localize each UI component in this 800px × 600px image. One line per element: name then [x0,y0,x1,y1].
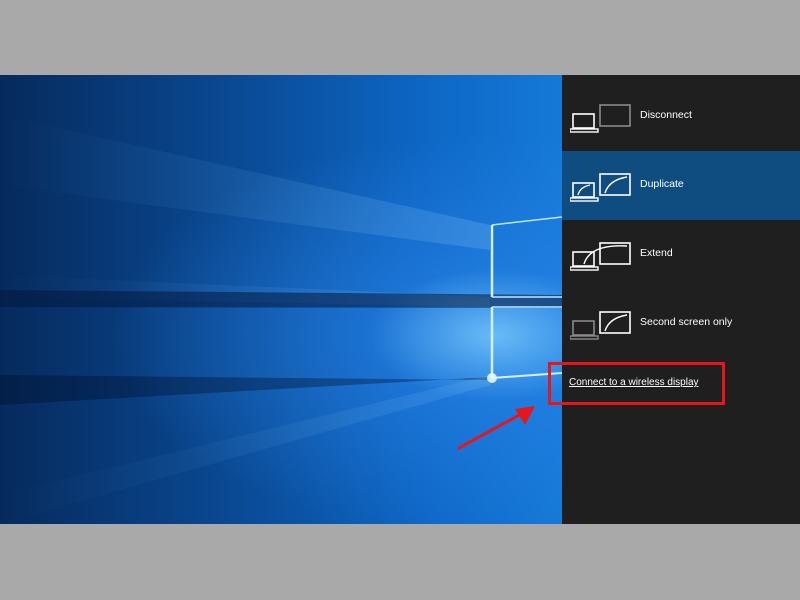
option-extend[interactable]: Extend [562,220,800,289]
option-disconnect-label: Disconnect [640,109,692,121]
option-second-screen-only[interactable]: Second screen only [562,289,800,358]
option-second-screen-only-label: Second screen only [640,316,733,328]
option-duplicate[interactable]: Duplicate [562,151,800,220]
screenshot-frame: Disconnect Duplicate Extend Second scree… [0,75,800,524]
connect-wireless-display-link[interactable]: Connect to a wireless display [569,377,699,388]
duplicate-display-icon [569,173,632,205]
pc-screen-only-icon [569,104,632,136]
option-disconnect[interactable]: Disconnect [562,82,800,151]
option-duplicate-label: Duplicate [640,178,684,190]
project-panel: Disconnect Duplicate Extend Second scree… [562,75,800,524]
extend-display-icon [569,242,632,274]
annotation-arrow [457,406,535,450]
second-screen-only-icon [569,311,632,343]
option-extend-label: Extend [640,247,673,259]
